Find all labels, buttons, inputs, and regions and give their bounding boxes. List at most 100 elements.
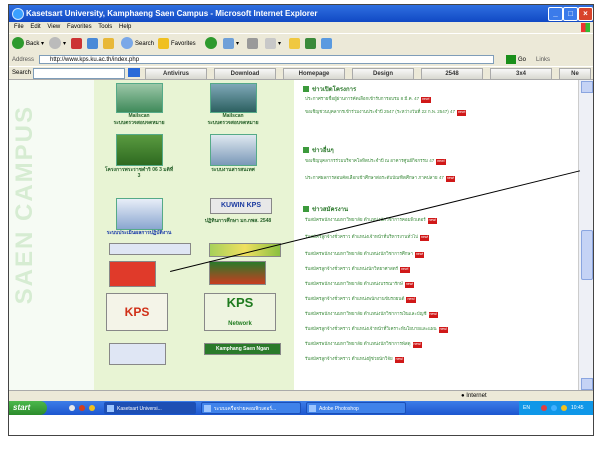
menu-view[interactable]: View: [47, 24, 60, 30]
calendar-caption: ปฏิทินการศึกษา มก.กพส. 2548: [204, 218, 272, 224]
links-button[interactable]: Links: [536, 54, 550, 66]
new-badge: new!: [400, 267, 410, 273]
history-button[interactable]: [205, 37, 219, 51]
job-line-10[interactable]: รับสมัครลูกจ้างชั่วคราว ตำแหน่งผู้ช่วยนั…: [305, 356, 560, 363]
go-arrow-icon[interactable]: [506, 55, 516, 64]
search-button[interactable]: Search: [121, 37, 154, 51]
job-line-7[interactable]: รับสมัครพนักงานมหาวิทยาลัย ตำแหน่งนักวิช…: [305, 311, 560, 318]
research-button[interactable]: [321, 37, 334, 51]
folder-button[interactable]: [289, 37, 302, 51]
kuwin-label: KUWIN KPS: [220, 202, 262, 209]
stop-button[interactable]: [71, 37, 84, 51]
job-line-8[interactable]: รับสมัครลูกจ้างชั่วคราว ตำแหน่งเจ้าหน้าท…: [305, 326, 560, 333]
scroll-up-icon[interactable]: [581, 81, 593, 93]
news-line-4[interactable]: ประกาศผลการสอบคัดเลือกเข้าศึกษาต่อระดับบ…: [305, 175, 560, 182]
tab-design[interactable]: Design: [352, 68, 414, 80]
quicklaunch-media-icon[interactable]: [79, 405, 85, 411]
tab-3x4[interactable]: 3x4: [490, 68, 552, 80]
kps-logo-banner[interactable]: KPS: [106, 293, 168, 331]
task-network-window[interactable]: ระบบเครือข่ายคอมพิวเตอร์...: [201, 402, 301, 414]
mailscan-thumbnail-2[interactable]: [210, 83, 257, 113]
menu-tools[interactable]: Tools: [98, 24, 112, 30]
tab-download[interactable]: Download: [214, 68, 276, 80]
nav-search-input[interactable]: [33, 68, 125, 79]
job-line-5[interactable]: รับสมัครพนักงานมหาวิทยาลัย ตำแหน่งบรรณาร…: [305, 281, 560, 288]
tab-2548[interactable]: 2548: [421, 68, 483, 80]
quicklaunch-ie-icon[interactable]: [69, 405, 75, 411]
folder-icon: [289, 37, 300, 49]
mailscan-title-1[interactable]: Mailscan: [104, 113, 174, 119]
quicklaunch-folder-icon[interactable]: [89, 405, 95, 411]
red-banner[interactable]: [109, 261, 156, 287]
kps-network-banner[interactable]: KPS Network: [204, 293, 276, 331]
taskbar: start Kasetsart Universi... ระบบเครือข่า…: [9, 401, 593, 415]
toolbar: Back ▾ ▾ Search Favorites ▾ ▾: [9, 33, 593, 54]
search-icon: [121, 37, 133, 50]
menu-favorites[interactable]: Favorites: [67, 24, 92, 30]
tab-ne[interactable]: Ne: [559, 68, 591, 80]
menu-file[interactable]: File: [14, 24, 24, 30]
blue-banner[interactable]: [109, 243, 191, 255]
mailscan-title-2[interactable]: Mailscan: [198, 113, 268, 119]
news-line-3[interactable]: ขอเชิญบุคลากรร่วมบริจาคโลหิตประจำปี ณ อา…: [305, 158, 560, 165]
task-ie-window[interactable]: Kasetsart Universi...: [104, 402, 196, 414]
tray-icon-3[interactable]: [561, 405, 567, 411]
job-line-9[interactable]: รับสมัครพนักงานมหาวิทยาลัย ตำแหน่งนักวิช…: [305, 341, 560, 348]
vertical-scrollbar[interactable]: [578, 80, 593, 390]
address-input[interactable]: http://www.kps.ku.ac.th/index.php: [39, 55, 494, 64]
tray-icon-2[interactable]: [551, 405, 557, 411]
network-task-icon: [204, 405, 211, 412]
staff-banner[interactable]: [209, 261, 266, 285]
new-badge: new!: [457, 110, 467, 116]
title-bar: Kasetsart University, Kamphaeng Saen Cam…: [9, 5, 593, 22]
news-line-1[interactable]: ประกาศรายชื่อผู้ผ่านการคัดเลือกเข้ารับกา…: [305, 96, 560, 103]
scroll-thumb[interactable]: [581, 230, 593, 280]
tray-icon-1[interactable]: [541, 405, 547, 411]
home-button[interactable]: [103, 37, 116, 51]
info-system-thumbnail[interactable]: [210, 134, 257, 166]
evaluation-thumbnail[interactable]: [116, 198, 163, 230]
minimize-button[interactable]: _: [548, 7, 563, 21]
start-button[interactable]: start: [9, 401, 47, 415]
nav-search-go-icon[interactable]: [128, 68, 140, 77]
kamphaeng-banner[interactable]: Kamphang Saen Ngan: [204, 343, 281, 355]
flower-banner[interactable]: [209, 243, 281, 257]
kps-logo-text: KPS: [124, 305, 150, 319]
mail-button[interactable]: ▾: [223, 37, 239, 51]
favorites-button[interactable]: Favorites: [158, 37, 196, 51]
kuwin-banner[interactable]: KUWIN KPS: [210, 198, 272, 214]
forward-button[interactable]: ▾: [49, 37, 66, 51]
tab-antivirus[interactable]: Antivirus: [145, 68, 207, 80]
bottom-left-banner[interactable]: [109, 343, 166, 365]
close-button[interactable]: ×: [578, 7, 593, 21]
job-line-6[interactable]: รับสมัครลูกจ้างชั่วคราว ตำแหน่งพนักงานขั…: [305, 296, 560, 303]
job-line-1[interactable]: รับสมัครพนักงานมหาวิทยาลัย ตำแหน่งนักวิช…: [305, 217, 560, 224]
maximize-button[interactable]: □: [563, 7, 578, 21]
menu-help[interactable]: Help: [119, 24, 131, 30]
star-icon: [158, 37, 169, 49]
back-button[interactable]: Back ▾: [12, 37, 44, 51]
messenger-button[interactable]: [305, 37, 318, 51]
refresh-button[interactable]: [87, 37, 100, 51]
job-line-2[interactable]: รับสมัครลูกจ้างชั่วคราว ตำแหน่งเจ้าหน้าท…: [305, 234, 560, 241]
project-thumbnail[interactable]: [116, 134, 163, 166]
new-badge: new!: [436, 159, 446, 165]
security-zone: ● Internet: [461, 393, 487, 399]
search-label: Search: [135, 41, 155, 47]
mailscan-thumbnail-1[interactable]: [116, 83, 163, 113]
news-line-2[interactable]: ขอเชิญชวนบุคลากรเข้าร่วมงานประจำปี 2547 …: [305, 109, 560, 116]
project-caption: โครงการพระราชดำริ 06 3 มติที่ 3: [104, 167, 174, 179]
task-photoshop[interactable]: Adobe Photoshop: [306, 402, 406, 414]
menu-edit[interactable]: Edit: [30, 24, 40, 30]
go-button[interactable]: Go: [518, 54, 526, 66]
job-line-3[interactable]: รับสมัครพนักงานมหาวิทยาลัย ตำแหน่งนักวิช…: [305, 251, 560, 258]
language-indicator[interactable]: EN: [523, 401, 530, 415]
evaluation-caption: ระบบประเมินผลการปฏิบัติงาน: [106, 230, 172, 236]
edit-button[interactable]: ▾: [265, 37, 281, 51]
job-line-4[interactable]: รับสมัครลูกจ้างชั่วคราว ตำแหน่งนักวิทยาศ…: [305, 266, 560, 273]
research-icon: [321, 37, 332, 49]
scroll-down-icon[interactable]: [581, 378, 593, 390]
tab-homepage[interactable]: Homepage: [283, 68, 345, 80]
bullet-icon: [303, 147, 309, 154]
print-button[interactable]: [247, 37, 260, 51]
